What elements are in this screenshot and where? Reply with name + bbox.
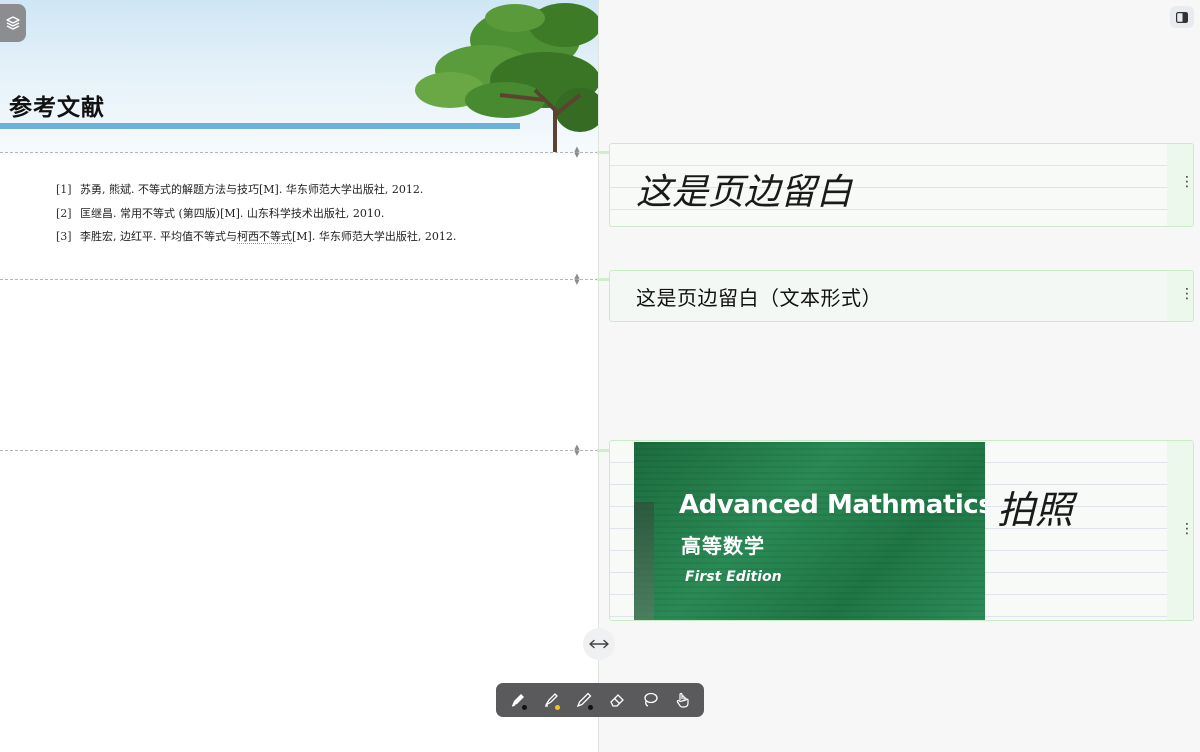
handwriting-ink: 拍照: [997, 488, 1078, 532]
reference-item: [2] 匡继昌. 常用不等式 (第四版)[M]. 山东科学技术出版社, 2010.: [56, 205, 456, 229]
book-subtitle: 高等数学: [681, 534, 765, 558]
note-menu-icon[interactable]: ⋮: [1180, 522, 1193, 539]
handwriting-text: 这是页边留白: [636, 172, 854, 212]
reference-text-tail: [M]. 华东师范大学出版社, 2012.: [292, 230, 457, 243]
reference-item: [3] 李胜宏, 边红平. 平均值不等式与柯西不等式[M]. 华东师范大学出版社,…: [56, 228, 456, 252]
reference-list: [1] 苏勇, 熊斌. 不等式的解题方法与技巧[M]. 华东师范大学出版社, 20…: [56, 181, 456, 252]
photo-foliage: [634, 502, 654, 620]
reference-number: [1]: [56, 183, 72, 196]
margin-anchor-line: [0, 279, 598, 280]
book-title: Advanced Mathmatics: [679, 490, 985, 520]
title-underline: [0, 123, 520, 129]
margin-note-text[interactable]: ⋮ 这是页边留白（文本形式）: [609, 270, 1194, 322]
anchor-drag-handle[interactable]: ▲ ▼: [572, 273, 582, 286]
drawing-toolbar: [496, 683, 704, 717]
split-resize-handle[interactable]: [583, 628, 615, 660]
reference-number: [3]: [56, 230, 72, 243]
margin-note-handwriting[interactable]: ⋮ 这是页边留白: [609, 143, 1194, 227]
hand-tool-button[interactable]: [666, 685, 699, 715]
note-text[interactable]: 这是页边留白（文本形式）: [636, 282, 882, 311]
sidebar-icon: [1176, 11, 1188, 23]
handwriting-text: 拍照: [997, 488, 1078, 532]
anchor-drag-handle[interactable]: ▲ ▼: [572, 444, 582, 457]
margin-anchor-line: [0, 152, 598, 153]
handwriting-ink: 这是页边留白: [636, 172, 854, 212]
reference-text: 匡继昌. 常用不等式 (第四版)[M]. 山东科学技术出版社, 2010.: [80, 206, 385, 220]
pencil-color-dot: [588, 705, 593, 710]
anchor-drag-handle[interactable]: ▲ ▼: [572, 146, 582, 159]
book-edition: First Edition: [685, 569, 782, 585]
lasso-icon: [643, 692, 658, 707]
reference-number: [2]: [56, 206, 72, 220]
sidebar-toggle-button[interactable]: [1170, 6, 1194, 28]
note-menu-icon[interactable]: ⋮: [1180, 175, 1193, 192]
highlighter-color-dot: [555, 705, 560, 710]
note-menu-icon[interactable]: ⋮: [1180, 287, 1193, 304]
layers-button[interactable]: [0, 4, 26, 42]
pencil-tool-button[interactable]: [567, 685, 600, 715]
book-cover-photo[interactable]: Advanced Mathmatics 高等数学 First Edition: [634, 442, 985, 620]
lasso-tool-button[interactable]: [633, 685, 666, 715]
horizontal-arrows-icon: [589, 639, 609, 649]
pen-color-dot: [522, 705, 527, 710]
layers-icon: [6, 16, 20, 30]
margin-anchor-line: [0, 450, 598, 451]
eraser-icon: [609, 694, 624, 707]
reference-item: [1] 苏勇, 熊斌. 不等式的解题方法与技巧[M]. 华东师范大学出版社, 20…: [56, 181, 456, 205]
document-page: 参考文献 [1] 苏勇, 熊斌. 不等式的解题方法与技巧[M]. 华东师范大学出版…: [0, 0, 598, 752]
reference-text: 苏勇, 熊斌. 不等式的解题方法与技巧[M]. 华东师范大学出版社, 2012.: [80, 183, 424, 196]
tree-illustration: [415, 3, 598, 152]
spellcheck-mark[interactable]: 柯西不等式: [237, 230, 292, 244]
reference-text: 李胜宏, 边红平. 平均值不等式与: [80, 230, 237, 243]
highlighter-tool-button[interactable]: [534, 685, 567, 715]
pen-tool-button[interactable]: [501, 685, 534, 715]
eraser-tool-button[interactable]: [600, 685, 633, 715]
page-title: 参考文献: [9, 95, 105, 121]
margin-note-image[interactable]: ⋮ Advanced Mathmatics 高等数学 First Edition…: [609, 440, 1194, 621]
hand-icon: [676, 692, 689, 708]
